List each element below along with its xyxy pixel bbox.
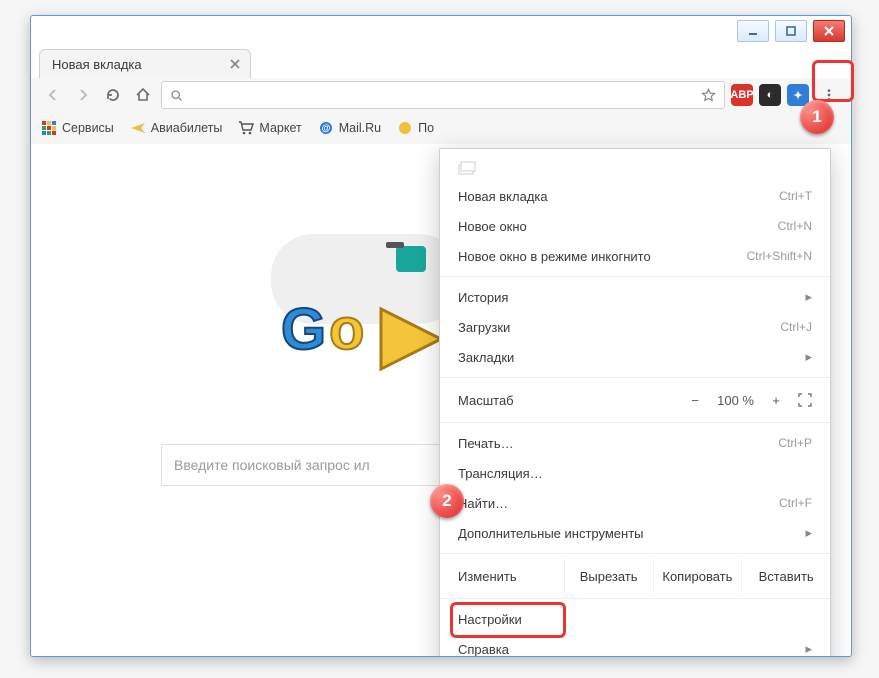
bookmark-star-icon[interactable] <box>701 88 716 103</box>
bookmark-label: По <box>418 121 434 135</box>
menu-history[interactable]: История▸ <box>440 282 830 312</box>
svg-text:G: G <box>281 297 326 362</box>
poi-icon <box>397 120 413 136</box>
bookmark-label: Сервисы <box>62 121 114 135</box>
tab-strip: Новая вкладка <box>39 46 843 78</box>
separator <box>440 422 830 423</box>
extension-abp-icon[interactable]: ABP <box>731 84 753 106</box>
zoom-in-button[interactable]: + <box>766 390 786 410</box>
minimize-icon <box>747 25 759 37</box>
menu-bookmarks[interactable]: Закладки▸ <box>440 342 830 372</box>
home-button[interactable] <box>131 83 155 107</box>
bookmark-market[interactable]: Маркет <box>238 120 301 136</box>
toolbar: ABP ◐ ✦ <box>31 78 851 113</box>
menu-more-tools[interactable]: Дополнительные инструменты▸ <box>440 518 830 548</box>
kebab-icon <box>822 88 836 102</box>
menu-new-window[interactable]: Новое окноCtrl+N <box>440 211 830 241</box>
menu-help[interactable]: Справка▸ <box>440 634 830 657</box>
forward-button[interactable] <box>71 83 95 107</box>
menu-edit-row: Изменить Вырезать Копировать Вставить <box>440 559 830 593</box>
scroll-icon <box>458 161 476 175</box>
menu-incognito[interactable]: Новое окно в режиме инкогнитоCtrl+Shift+… <box>440 241 830 271</box>
forward-icon <box>75 87 91 103</box>
window-controls <box>731 16 851 50</box>
browser-window: Новая вкладка <box>30 15 852 657</box>
zoom-out-button[interactable]: − <box>685 390 705 410</box>
tab-title: Новая вкладка <box>52 57 142 72</box>
menu-settings[interactable]: Настройки <box>440 604 830 634</box>
fullscreen-icon <box>798 393 812 407</box>
maximize-button[interactable] <box>775 20 807 42</box>
tab-close-button[interactable] <box>228 57 242 71</box>
minimize-button[interactable] <box>737 20 769 42</box>
back-button[interactable] <box>41 83 65 107</box>
chevron-right-icon: ▸ <box>805 349 812 365</box>
menu-copy[interactable]: Копировать <box>653 559 742 593</box>
menu-downloads[interactable]: ЗагрузкиCtrl+J <box>440 312 830 342</box>
extension-dark-icon[interactable]: ◐ <box>759 84 781 106</box>
menu-header <box>440 155 830 181</box>
svg-text:@: @ <box>321 123 330 133</box>
search-icon <box>170 89 183 102</box>
separator <box>440 598 830 599</box>
chevron-right-icon: ▸ <box>805 641 812 657</box>
close-icon <box>230 59 240 69</box>
bookmark-label: Авиабилеты <box>151 121 223 135</box>
menu-cut[interactable]: Вырезать <box>564 559 653 593</box>
tab-new[interactable]: Новая вкладка <box>39 49 251 78</box>
close-button[interactable] <box>813 20 845 42</box>
bookmark-mailru[interactable]: @ Mail.Ru <box>318 120 381 136</box>
google-doodle: G o <box>271 234 461 384</box>
close-icon <box>823 25 835 37</box>
menu-find[interactable]: Найти…Ctrl+F <box>440 488 830 518</box>
maximize-icon <box>785 25 797 37</box>
svg-text:o: o <box>329 297 364 362</box>
menu-zoom-row: Масштаб − 100 % + <box>440 383 830 417</box>
address-input[interactable] <box>191 87 693 104</box>
callout-1: 1 <box>800 100 834 134</box>
chevron-right-icon: ▸ <box>805 289 812 305</box>
chrome-menu: Новая вкладкаCtrl+T Новое окноCtrl+N Нов… <box>439 148 831 657</box>
separator <box>440 553 830 554</box>
bookmark-po[interactable]: По <box>397 120 434 136</box>
at-icon: @ <box>318 120 334 136</box>
bookmarks-bar: Сервисы Авиабилеты Маркет @ Mail.Ru По <box>31 112 851 145</box>
bookmark-aviabilety[interactable]: Авиабилеты <box>130 120 223 136</box>
home-icon <box>135 87 151 103</box>
bookmark-label: Маркет <box>259 121 301 135</box>
bookmark-apps[interactable]: Сервисы <box>41 120 114 136</box>
fullscreen-button[interactable] <box>798 393 812 407</box>
search-placeholder: Введите поисковый запрос ил <box>174 457 370 473</box>
cart-icon <box>238 120 254 136</box>
zoom-value: 100 % <box>717 393 754 408</box>
menu-print[interactable]: Печать…Ctrl+P <box>440 428 830 458</box>
plane-icon <box>130 120 146 136</box>
separator <box>440 276 830 277</box>
menu-cast[interactable]: Трансляция… <box>440 458 830 488</box>
chevron-right-icon: ▸ <box>805 525 812 541</box>
menu-paste[interactable]: Вставить <box>741 559 830 593</box>
bookmark-label: Mail.Ru <box>339 121 381 135</box>
zoom-label: Масштаб <box>458 393 675 408</box>
separator <box>440 377 830 378</box>
edit-label: Изменить <box>440 569 564 584</box>
apps-icon <box>41 120 57 136</box>
menu-new-tab[interactable]: Новая вкладкаCtrl+T <box>440 181 830 211</box>
back-icon <box>45 87 61 103</box>
reload-button[interactable] <box>101 83 125 107</box>
reload-icon <box>105 87 121 103</box>
address-bar[interactable] <box>161 81 725 109</box>
callout-2: 2 <box>430 484 464 518</box>
